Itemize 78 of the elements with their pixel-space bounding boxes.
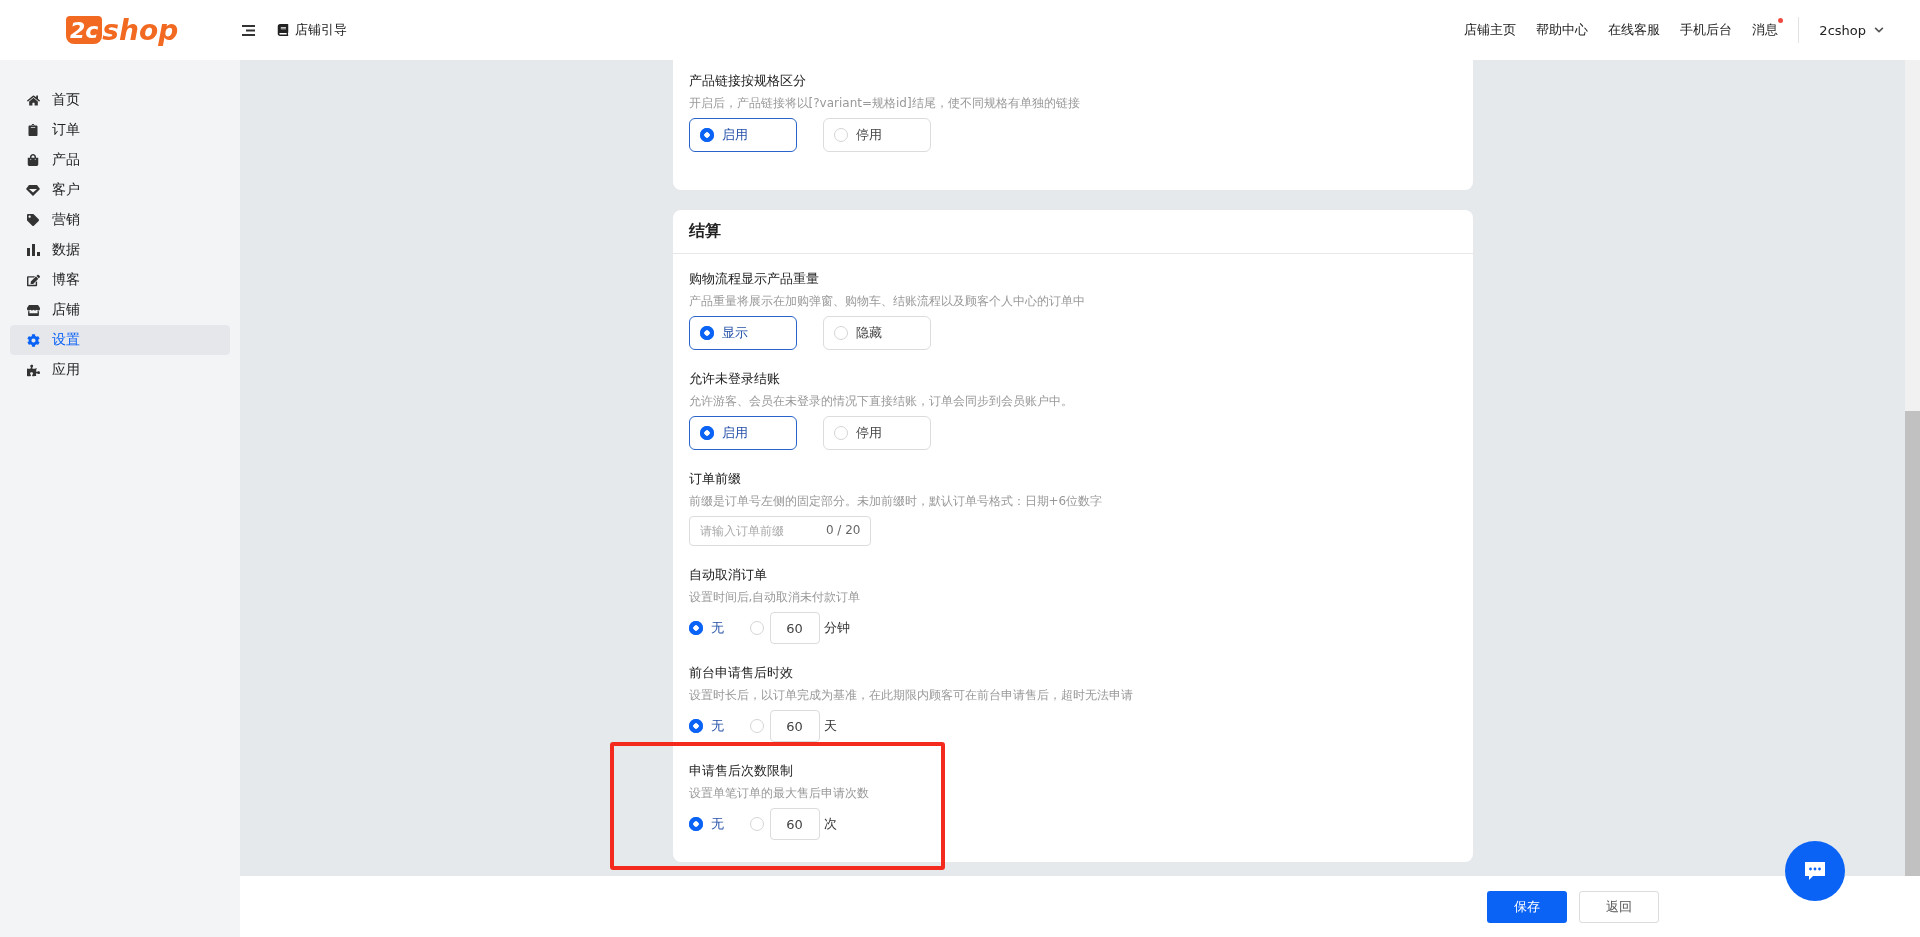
radio-icon (699, 426, 714, 440)
chevron-down-icon (1874, 25, 1884, 35)
menu-icon[interactable] (242, 24, 255, 36)
diamond-icon (26, 184, 40, 196)
radio-icon (688, 817, 703, 831)
edit-icon (26, 273, 40, 287)
setting-title: 订单前缀 (688, 470, 742, 488)
nav-link[interactable]: 消息 (1752, 21, 1779, 39)
puzzle-icon (26, 363, 40, 377)
sidebar-item[interactable]: 订单 (10, 115, 230, 145)
radio-icon (688, 719, 703, 733)
number-field[interactable]: 60 (769, 808, 820, 840)
unread-dot (1778, 18, 1784, 23)
radio-icon (688, 621, 703, 635)
option-radio[interactable]: 启用 (688, 118, 797, 152)
sidebar-item[interactable]: 应用 (10, 355, 230, 385)
account-menu[interactable]: 2cshop (1819, 22, 1884, 38)
option-radio[interactable]: 显示 (688, 316, 797, 350)
custom-radio[interactable] (749, 817, 764, 831)
none-radio[interactable]: 无 (688, 619, 724, 637)
sidebar-item[interactable]: 设置 (10, 325, 230, 355)
unit-label: 分钟 (823, 619, 850, 637)
guide-link[interactable]: 店铺引导 (295, 21, 347, 39)
setting-description: 设置时间后,自动取消未付款订单 (688, 589, 862, 606)
settings-icon (26, 333, 40, 347)
setting-description: 设置时长后，以订单完成为基准，在此期限内顾客可在前台申请售后，超时无法申请 (688, 687, 1134, 704)
setting-title: 前台申请售后时效 (688, 664, 794, 682)
option-radio[interactable]: 启用 (688, 416, 797, 450)
custom-radio[interactable] (749, 621, 764, 635)
option-radio[interactable]: 停用 (822, 118, 931, 152)
setting-title: 自动取消订单 (688, 566, 768, 584)
option-radio[interactable]: 隐藏 (822, 316, 931, 350)
setting-title: 允许未登录结账 (688, 370, 781, 388)
number-field[interactable]: 60 (769, 612, 820, 644)
setting-description: 允许游客、会员在未登录的情况下直接结账，订单会同步到会员账户中。 (688, 393, 1074, 410)
bar-chart-icon (26, 244, 40, 256)
sidebar-item[interactable]: 营销 (10, 205, 230, 235)
none-radio[interactable]: 无 (688, 717, 724, 735)
none-radio[interactable]: 无 (688, 815, 724, 833)
number-field[interactable]: 60 (769, 710, 820, 742)
radio-icon (833, 426, 848, 440)
sidebar-item[interactable]: 数据 (10, 235, 230, 265)
card-title: 结算 (672, 210, 1473, 254)
sidebar-item[interactable]: 首页 (10, 85, 230, 115)
book-icon (277, 24, 289, 36)
nav-link[interactable]: 帮助中心 (1536, 21, 1589, 39)
setting-description: 产品重量将展示在加购弹窗、购物车、结账流程以及顾客个人中心的订单中 (688, 293, 1086, 310)
option-radio[interactable]: 停用 (822, 416, 931, 450)
bag-icon (26, 154, 40, 166)
nav-link[interactable]: 手机后台 (1680, 21, 1733, 39)
back-button[interactable]: 返回 (1579, 890, 1659, 923)
setting-description: 设置单笔订单的最大售后申请次数 (688, 785, 870, 802)
tag-icon (26, 214, 40, 226)
radio-icon (699, 326, 714, 340)
custom-radio[interactable] (749, 719, 764, 733)
save-button[interactable]: 保存 (1487, 890, 1567, 923)
radio-icon (833, 326, 848, 340)
radio-icon (833, 128, 848, 142)
sidebar-item[interactable]: 店铺 (10, 295, 230, 325)
setting-title: 产品链接按规格区分 (688, 72, 807, 90)
sidebar-item[interactable]: 产品 (10, 145, 230, 175)
sidebar-item[interactable]: 博客 (10, 265, 230, 295)
unit-label: 天 (823, 717, 837, 735)
unit-label: 次 (823, 815, 837, 833)
setting-description: 开启后，产品链接将以[?variant=规格id]结尾，使不同规格有单独的链接 (688, 95, 1081, 112)
store-icon (26, 303, 40, 317)
sidebar-item[interactable]: 客户 (10, 175, 230, 205)
setting-title: 购物流程显示产品重量 (688, 270, 820, 288)
setting-description: 前缀是订单号左侧的固定部分。未加前缀时，默认订单号格式：日期+6位数字 (688, 493, 1104, 510)
setting-title: 申请售后次数限制 (688, 762, 794, 780)
char-counter: 0 / 20 (825, 523, 861, 537)
home-icon (26, 93, 40, 107)
radio-icon (699, 128, 714, 142)
chat-icon (1805, 861, 1825, 881)
clipboard-icon (26, 124, 40, 136)
scrollbar[interactable] (1905, 60, 1920, 876)
nav-link[interactable]: 在线客服 (1608, 21, 1661, 39)
nav-link[interactable]: 店铺主页 (1464, 21, 1517, 39)
